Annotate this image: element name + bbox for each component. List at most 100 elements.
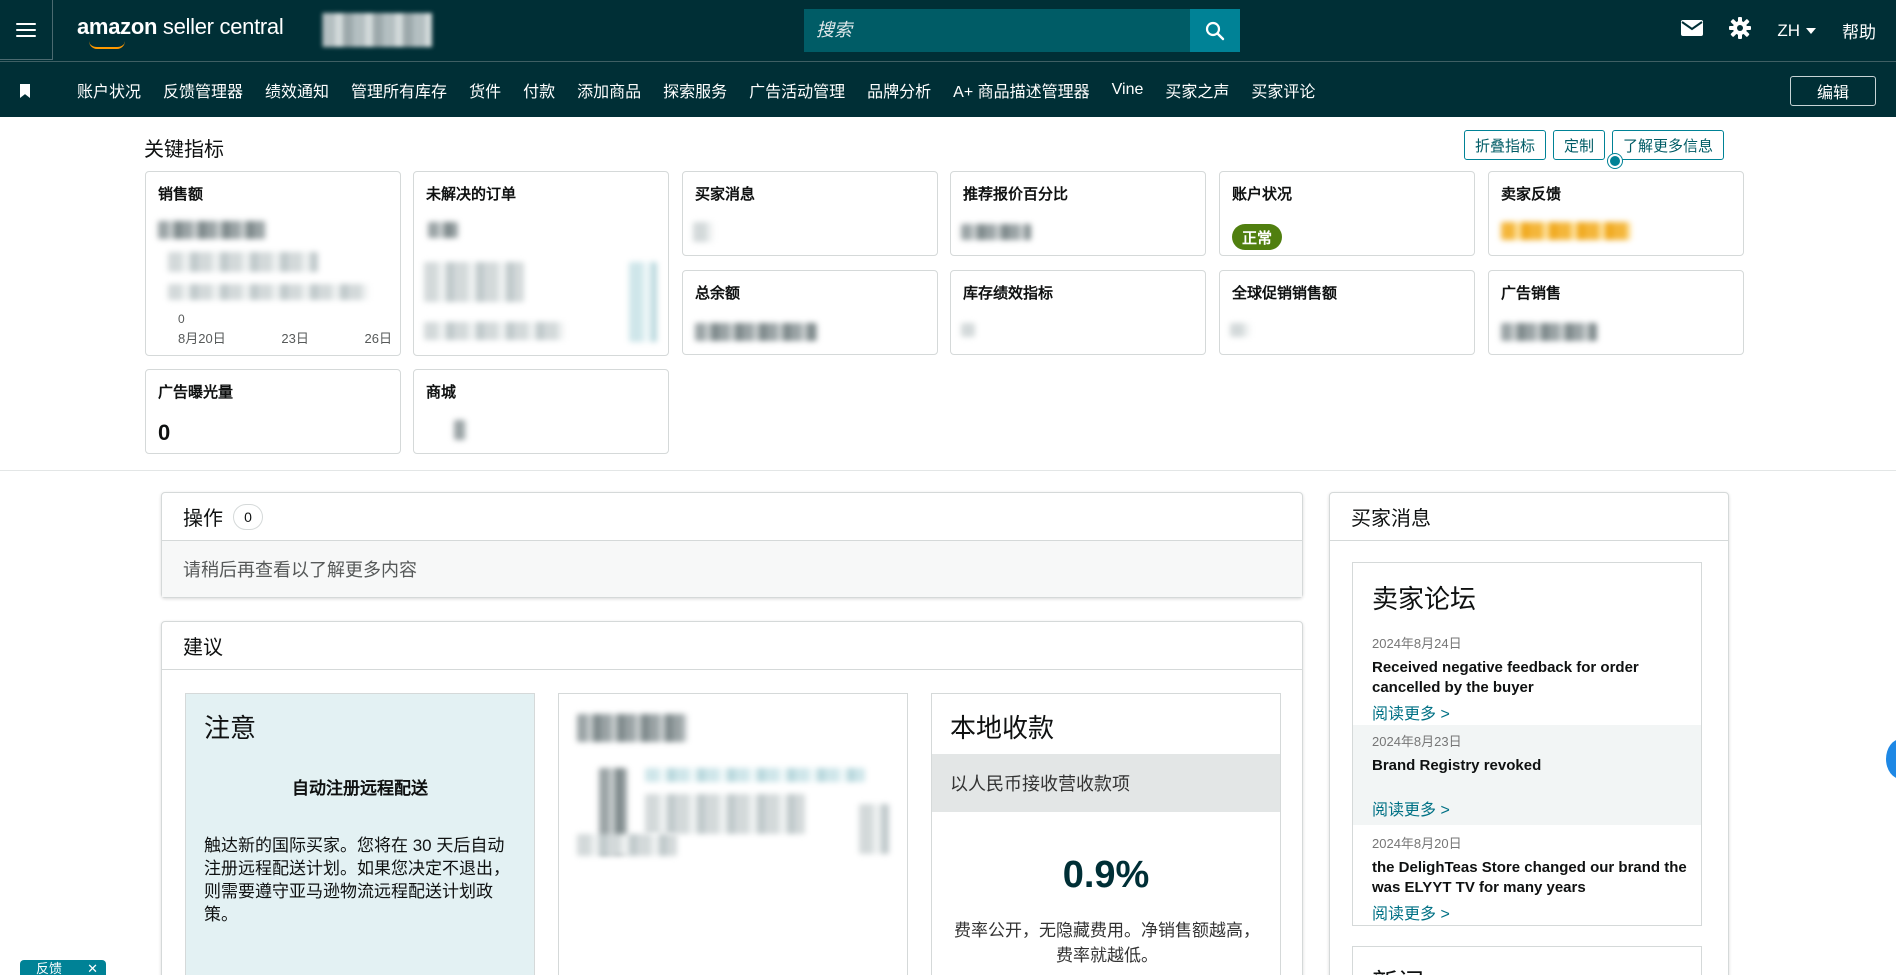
nav-item-account-health[interactable]: 账户状况 — [77, 78, 141, 102]
metric-card-ad-sales[interactable]: 广告销售 — [1488, 270, 1744, 355]
nav-item-vine[interactable]: Vine — [1112, 81, 1144, 99]
nav-item-explore-services[interactable]: 探索服务 — [663, 78, 727, 102]
blurred-chart — [629, 262, 657, 342]
nav-items: 账户状况 反馈管理器 绩效通知 管理所有库存 货件 付款 添加商品 探索服务 广… — [77, 62, 1315, 118]
recommendation-card-blurred[interactable] — [558, 693, 908, 975]
search-button[interactable] — [1190, 9, 1240, 52]
customize-button[interactable]: 定制 — [1553, 130, 1606, 160]
forum-post-title[interactable]: Brand Registry revoked — [1372, 756, 1692, 776]
mail-icon — [1681, 20, 1704, 36]
blurred-value — [693, 222, 713, 242]
forum-post: 2024年8月24日 Received negative feedback fo… — [1353, 631, 1701, 727]
notice-text: 触达新的国际买家。您将在 30 天后自动注册远程配送计划。如果您决定不退出，则需… — [204, 836, 510, 924]
collapse-metrics-button[interactable]: 折叠指标 — [1464, 130, 1547, 160]
buyer-messages-panel-title: 买家消息 — [1351, 508, 1431, 530]
nav-item-payments[interactable]: 付款 — [523, 78, 555, 102]
seller-forum-title: 卖家论坛 — [1372, 584, 1477, 614]
nav-item-add-products[interactable]: 添加商品 — [577, 78, 641, 102]
metric-card-featured-offer[interactable]: 推荐报价百分比 — [950, 171, 1206, 256]
seller-forum-card: 卖家论坛 2024年8月24日 Received negative feedba… — [1352, 562, 1702, 926]
nav-item-brand-analytics[interactable]: 品牌分析 — [867, 78, 931, 102]
forum-post-title[interactable]: Received negative feedback for order can… — [1372, 658, 1692, 698]
nav-item-a-plus-content[interactable]: A+ 商品描述管理器 — [953, 78, 1089, 102]
store-selector-blurred[interactable] — [322, 13, 432, 47]
blurred-text — [645, 768, 865, 782]
notice-subtitle: 自动注册远程配送 — [292, 779, 428, 798]
section-divider — [0, 470, 1896, 471]
blurred-value — [1501, 323, 1597, 341]
metric-card-seller-feedback[interactable]: 卖家反馈 — [1488, 171, 1744, 256]
side-chat-bubble[interactable] — [1886, 739, 1896, 779]
blurred-value — [961, 224, 1031, 240]
nav-item-customer-reviews[interactable]: 买家评论 — [1251, 78, 1315, 102]
blurred-chart — [424, 262, 524, 302]
operations-count-badge: 0 — [233, 503, 263, 530]
recommendation-card-local-payments[interactable]: 本地收款 以人民币接收营收款项 0.9% 费率公开，无隐藏费用。净销售额越高，费… — [931, 693, 1281, 975]
key-metrics-actions: 折叠指标 定制 了解更多信息 — [1464, 130, 1725, 160]
forum-post-title[interactable]: the DelighTeas Store changed our brand t… — [1372, 858, 1692, 898]
blurred-value — [695, 323, 817, 341]
blurred-chart — [424, 322, 564, 340]
close-icon[interactable]: ✕ — [87, 960, 98, 975]
metric-card-buyer-messages[interactable]: 买家消息 — [682, 171, 938, 256]
edit-nav-button[interactable]: 编辑 — [1790, 76, 1876, 106]
blurred-text — [645, 794, 805, 834]
forum-post: 2024年8月20日 the DelighTeas Store changed … — [1353, 827, 1701, 925]
language-selector[interactable]: ZH — [1777, 21, 1816, 41]
recommendation-card-notice[interactable]: 注意 自动注册远程配送 触达新的国际买家。您将在 30 天后自动注册远程配送计划… — [185, 693, 535, 975]
metric-card-sales[interactable]: 销售额 0 8月20日 23日 26日 — [145, 171, 401, 356]
feedback-tab[interactable]: 反馈 ✕ — [20, 960, 106, 975]
local-payments-subtitle: 以人民币接收营收款项 — [932, 754, 1280, 812]
nav-item-performance-notifications[interactable]: 绩效通知 — [265, 78, 329, 102]
nav-item-campaign-manager[interactable]: 广告活动管理 — [749, 78, 845, 102]
hamburger-icon — [16, 22, 36, 37]
bookmark-icon[interactable] — [20, 84, 30, 98]
metric-card-total-balance[interactable]: 总余额 — [682, 270, 938, 355]
search-input[interactable] — [804, 9, 1190, 52]
blurred-text — [859, 804, 889, 854]
forum-post: 2024年8月23日 Brand Registry revoked 阅读更多 > — [1353, 725, 1701, 825]
hamburger-menu-button[interactable] — [0, 0, 53, 60]
learn-more-button[interactable]: 了解更多信息 — [1612, 130, 1725, 160]
chevron-down-icon — [1806, 27, 1816, 34]
status-badge: 正常 — [1232, 224, 1283, 250]
blurred-value — [158, 221, 266, 239]
bookmark-nav-bar: 账户状况 反馈管理器 绩效通知 管理所有库存 货件 付款 添加商品 探索服务 广… — [0, 61, 1896, 117]
search-bar — [804, 9, 1240, 52]
local-payments-rate: 0.9% — [1062, 854, 1150, 896]
seller-central-logo[interactable]: amazon seller central — [77, 14, 284, 49]
blurred-value — [961, 323, 975, 337]
nav-item-feedback-manager[interactable]: 反馈管理器 — [163, 78, 243, 102]
operations-title: 操作 — [183, 508, 223, 530]
key-metrics-title: 关键指标 — [144, 139, 224, 161]
recommendations-title: 建议 — [183, 637, 223, 659]
read-more-link[interactable]: 阅读更多 > — [1372, 796, 1701, 820]
blurred-title — [577, 714, 687, 742]
metric-card-ad-impressions[interactable]: 广告曝光量 0 — [145, 369, 401, 454]
amazon-smile-icon — [89, 41, 125, 49]
tour-indicator-dot[interactable] — [1608, 154, 1622, 168]
metric-card-account-health[interactable]: 账户状况 正常 — [1219, 171, 1475, 256]
blurred-rating — [1501, 222, 1631, 240]
metric-card-inventory-performance[interactable]: 库存绩效指标 — [950, 270, 1206, 355]
help-link[interactable]: 帮助 — [1842, 18, 1876, 43]
mail-button[interactable] — [1681, 20, 1704, 41]
news-title: 新闻 — [1372, 963, 1424, 975]
metric-card-store[interactable]: 商城 — [413, 369, 669, 454]
metric-card-global-promotions[interactable]: 全球促销销售额 — [1219, 270, 1475, 355]
settings-button[interactable] — [1729, 17, 1752, 44]
blurred-value — [454, 420, 466, 440]
nav-item-voice-of-customer[interactable]: 买家之声 — [1165, 78, 1229, 102]
metric-card-open-orders[interactable]: 未解决的订单 — [413, 171, 669, 356]
local-payments-description: 费率公开，无隐藏费用。净销售额越高，费率就越低。 — [954, 921, 1260, 965]
read-more-link[interactable]: 阅读更多 > — [1372, 900, 1701, 924]
read-more-link[interactable]: 阅读更多 > — [1372, 700, 1701, 724]
operations-panel: 操作 0 请稍后再查看以了解更多内容 — [161, 492, 1303, 598]
nav-item-shipments[interactable]: 货件 — [469, 78, 501, 102]
sales-chart-axis: 8月20日 23日 26日 — [178, 331, 392, 346]
search-icon — [1205, 21, 1225, 40]
notice-title: 注意 — [204, 713, 257, 743]
top-header: amazon seller central ZH 帮助 — [0, 0, 1896, 61]
nav-item-manage-inventory[interactable]: 管理所有库存 — [351, 78, 447, 102]
gear-icon — [1729, 17, 1752, 39]
